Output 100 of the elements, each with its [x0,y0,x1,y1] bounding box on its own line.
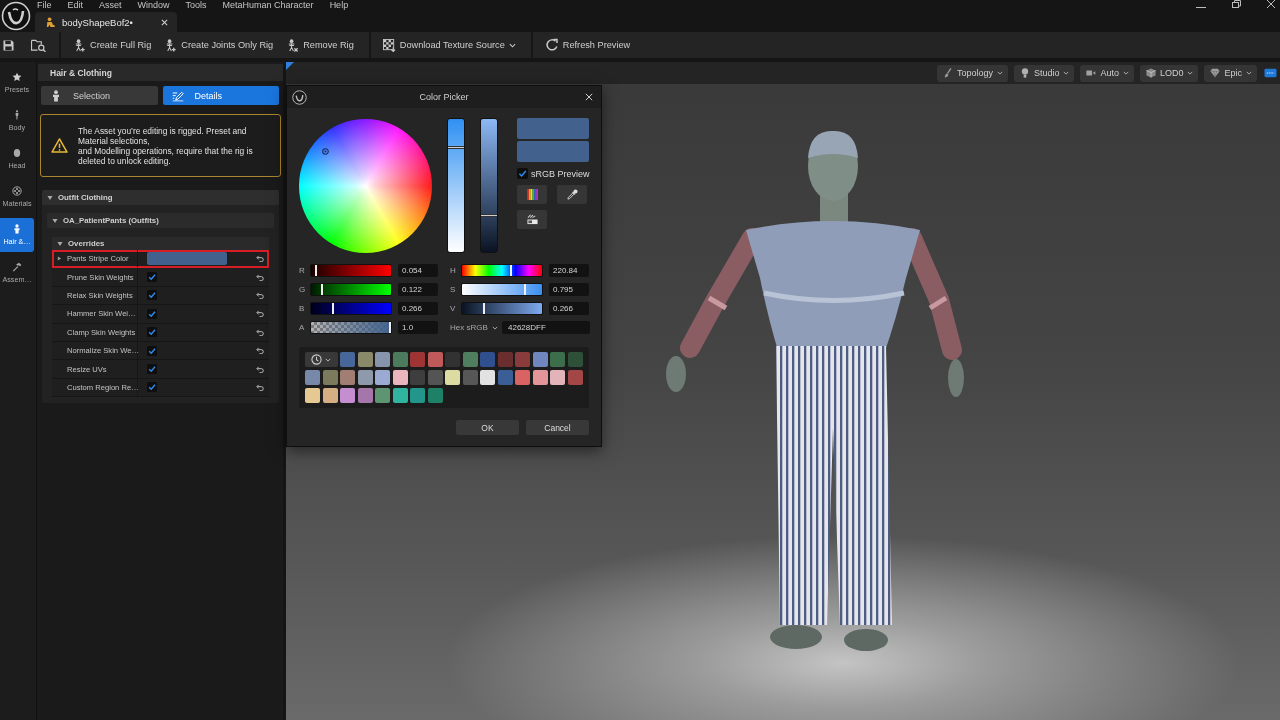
slider-track[interactable] [447,118,466,253]
folder-search-icon[interactable] [31,38,46,52]
screen-icon[interactable] [1264,68,1277,78]
toolbar-button[interactable]: Download Texture Source [377,34,521,56]
color-swatch[interactable] [497,352,513,367]
viewport-dropdown[interactable]: Epic [1204,64,1257,82]
value-field[interactable]: 0.266 [398,302,438,315]
checkbox[interactable] [147,290,157,301]
color-swatch[interactable] [340,352,355,367]
color-swatch[interactable] [392,388,408,403]
restore-icon[interactable] [1231,0,1241,8]
recent-colors-button[interactable] [305,352,338,367]
toolbar-button[interactable]: Create Full Rig [68,34,157,56]
slider-thumb[interactable] [331,303,334,314]
slider-track[interactable] [461,302,543,315]
slider-thumb[interactable] [509,265,512,276]
expand-arrow-icon[interactable] [47,194,53,201]
dialog-button[interactable]: Cancel [526,420,589,435]
reset-icon[interactable] [255,365,264,373]
color-swatch[interactable] [322,370,338,385]
color-swatch[interactable] [497,370,513,385]
color-swatch[interactable] [357,370,373,385]
slider-track[interactable] [461,264,543,277]
hex-field[interactable]: 42628DFF [502,321,590,334]
document-tab[interactable]: bodyShapeBof2• [35,12,177,32]
slider-thumb[interactable] [481,214,497,218]
color-swatch[interactable] [375,388,390,403]
panel-tab[interactable]: Selection [41,86,158,105]
color-swatch[interactable] [515,370,530,385]
checkbox[interactable] [517,168,528,179]
color-swatch[interactable] [462,370,478,385]
checkbox[interactable] [147,327,157,338]
color-swatch[interactable] [340,370,355,385]
color-swatch[interactable] [567,370,583,385]
color-swatch[interactable] [567,352,583,367]
slider-track[interactable] [461,283,543,296]
color-swatch[interactable] [410,370,425,385]
reset-icon[interactable] [255,310,264,318]
value-field[interactable]: 0.054 [398,264,438,277]
color-swatch[interactable] [305,388,320,403]
menu-item[interactable]: MetaHuman Character [222,0,314,12]
color-swatch[interactable] [445,370,460,385]
value-field[interactable]: 1.0 [398,321,438,334]
menu-item[interactable]: Edit [67,0,84,12]
wheel-handle[interactable] [321,147,329,155]
color-swatch[interactable] [427,370,443,385]
slider-thumb[interactable] [320,284,323,295]
logo-icon[interactable] [1,1,31,31]
checkbox[interactable] [147,364,157,375]
color-swatch[interactable] [392,370,408,385]
eyedropper-button[interactable] [557,185,587,204]
color-swatch[interactable] [357,388,373,403]
color-swatch[interactable] [550,370,565,385]
color-swatch[interactable] [480,352,495,367]
hex-mode-dropdown[interactable]: Hex sRGB [450,323,502,332]
expand-arrow-icon[interactable] [57,256,62,261]
reset-icon[interactable] [255,383,264,391]
menu-item[interactable]: File [37,0,52,12]
color-swatch[interactable] [550,352,565,367]
value-field[interactable]: 0.122 [398,283,438,296]
slider-track[interactable] [310,264,392,277]
close-icon[interactable] [585,93,593,101]
slider-thumb[interactable] [482,303,485,314]
slider-track[interactable] [310,283,392,296]
spectrum-button[interactable] [517,185,547,204]
menu-item[interactable]: Window [137,0,170,12]
color-swatch[interactable] [322,388,338,403]
checkbox[interactable] [147,272,157,283]
expand-arrow-icon[interactable] [52,217,58,224]
viewport-dropdown[interactable]: LOD0 [1139,64,1199,82]
slider-track[interactable] [480,118,498,253]
color-swatch[interactable] [392,352,408,367]
menu-item[interactable]: Help [329,0,349,12]
color-swatch[interactable] [410,388,425,403]
viewport-dropdown[interactable]: Topology [936,64,1008,82]
slider-thumb[interactable] [315,265,318,276]
color-swatch[interactable] [375,370,390,385]
reset-icon[interactable] [255,273,264,281]
value-field[interactable]: 0.795 [549,283,589,296]
close-icon[interactable] [161,19,168,26]
slider-track[interactable] [310,321,392,334]
color-swatch[interactable] [532,370,548,385]
color-swatch[interactable] [357,352,373,367]
checkbox[interactable] [147,308,157,319]
reset-icon[interactable] [255,255,264,263]
close-icon[interactable] [1266,0,1276,8]
value-field[interactable]: 0.266 [549,302,589,315]
reset-icon[interactable] [255,328,264,336]
theme-button[interactable] [517,210,547,229]
reset-icon[interactable] [255,291,264,299]
color-swatch[interactable] [532,352,548,367]
viewport[interactable]: Topology Studio Auto LOD0 Epic Color Picker sRGB Preview R 0.054 G 0.122 B 0.266 A 1.0 H 220.84 S 0.795 V 0.266 Hex sRGB 42628DFF OK Cancel [286,62,1280,720]
slider-track[interactable] [310,302,392,315]
viewport-dropdown[interactable]: Auto [1080,64,1134,82]
color-swatch[interactable] [147,252,227,266]
checkbox[interactable] [147,345,157,356]
color-swatch[interactable] [305,370,320,385]
color-swatch[interactable] [480,370,495,385]
color-swatch[interactable] [462,352,478,367]
color-swatch[interactable] [427,388,443,403]
